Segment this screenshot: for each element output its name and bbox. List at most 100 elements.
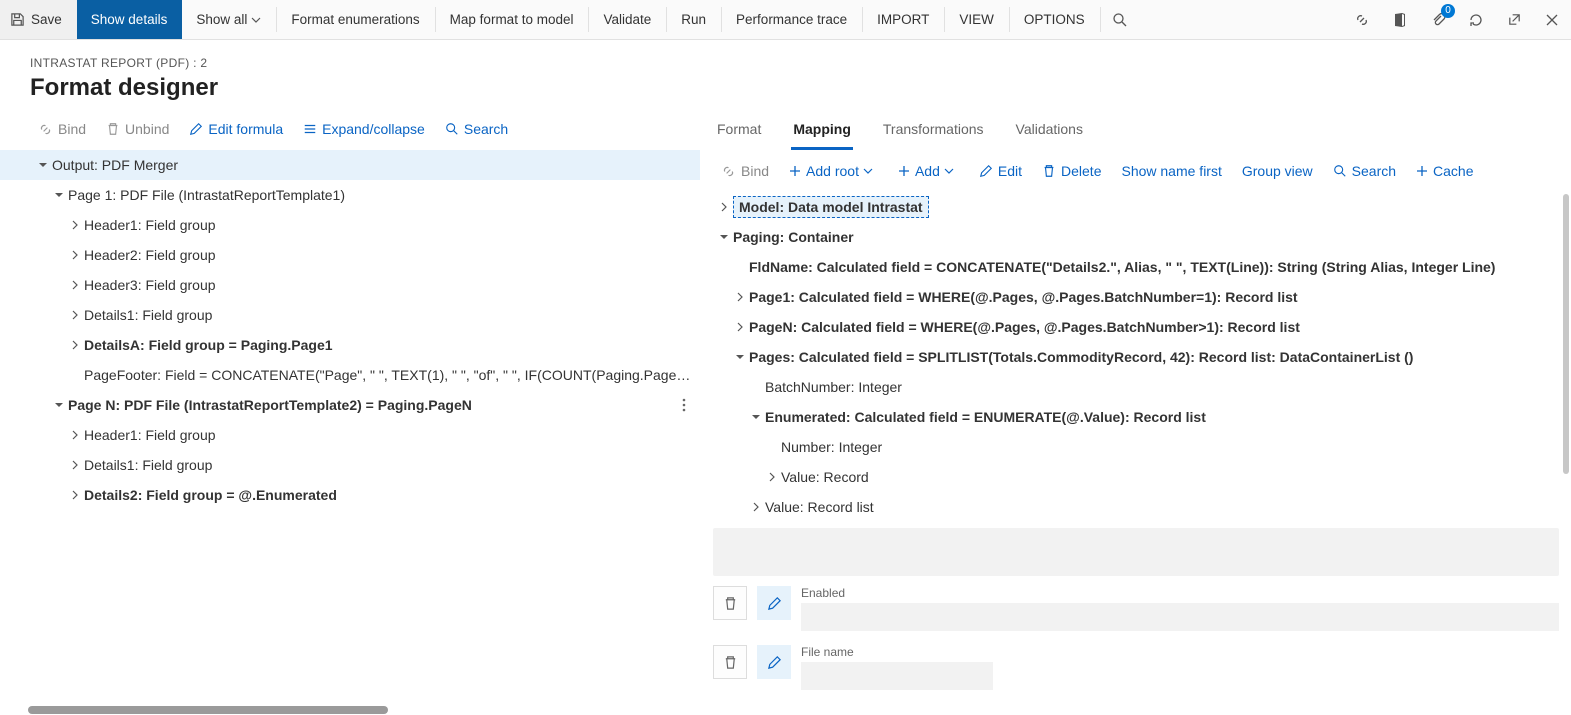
- filename-input[interactable]: [801, 662, 993, 690]
- edit-property-button[interactable]: [757, 645, 791, 679]
- edit-formula-button[interactable]: Edit formula: [179, 108, 293, 150]
- show-name-first-button[interactable]: Show name first: [1111, 150, 1231, 192]
- horizontal-scrollbar[interactable]: [28, 705, 700, 715]
- edit-property-button[interactable]: [757, 586, 791, 620]
- attachments-button[interactable]: 0: [1419, 0, 1457, 39]
- tree-label: BatchNumber: Integer: [765, 379, 902, 395]
- tree-row[interactable]: Pages: Calculated field = SPLITLIST(Tota…: [701, 342, 1571, 372]
- search-button-left[interactable]: Search: [435, 108, 518, 150]
- map-format-to-model-button[interactable]: Map format to model: [436, 0, 589, 39]
- run-button[interactable]: Run: [667, 0, 721, 39]
- chevron-down-icon: [735, 352, 745, 362]
- expander[interactable]: [715, 198, 733, 216]
- format-enumerations-button[interactable]: Format enumerations: [277, 0, 434, 39]
- format-toolbar: Bind Unbind Edit formula Expand/collapse…: [0, 108, 700, 150]
- save-label: Save: [31, 12, 62, 27]
- expand-collapse-button[interactable]: Expand/collapse: [293, 108, 435, 150]
- tree-row[interactable]: Page1: Calculated field = WHERE(@.Pages,…: [701, 282, 1571, 312]
- tree-row[interactable]: Header1: Field group: [0, 420, 700, 450]
- link-icon-button[interactable]: [1343, 0, 1381, 39]
- show-all-button[interactable]: Show all: [182, 0, 276, 39]
- expander[interactable]: [66, 336, 84, 354]
- group-view-button[interactable]: Group view: [1232, 150, 1323, 192]
- expander[interactable]: [731, 288, 749, 306]
- tree-row[interactable]: Details2: Field group = @.Enumerated: [0, 480, 700, 510]
- refresh-button[interactable]: [1457, 0, 1495, 39]
- tree-row[interactable]: Header1: Field group: [0, 210, 700, 240]
- tab-transformations[interactable]: Transformations: [867, 108, 1000, 150]
- tree-row[interactable]: PageFooter: Field = CONCATENATE("Page", …: [0, 360, 700, 390]
- expander[interactable]: [715, 228, 733, 246]
- validate-button[interactable]: Validate: [589, 0, 666, 39]
- delete-property-button[interactable]: [713, 645, 747, 679]
- tree-row[interactable]: Page 1: PDF File (IntrastatReportTemplat…: [0, 180, 700, 210]
- popout-button[interactable]: [1495, 0, 1533, 39]
- performance-trace-button[interactable]: Performance trace: [722, 0, 862, 39]
- tab-validations[interactable]: Validations: [1000, 108, 1099, 150]
- expander[interactable]: [50, 186, 68, 204]
- scrollbar-thumb[interactable]: [1563, 194, 1569, 474]
- expander[interactable]: [731, 348, 749, 366]
- tree-row[interactable]: Header2: Field group: [0, 240, 700, 270]
- import-button[interactable]: IMPORT: [863, 0, 944, 39]
- bind-button-right[interactable]: Bind: [711, 150, 779, 192]
- delete-property-button[interactable]: [713, 586, 747, 620]
- tree-row[interactable]: PageN: Calculated field = WHERE(@.Pages,…: [701, 312, 1571, 342]
- add-button[interactable]: Add: [888, 150, 969, 192]
- tree-row[interactable]: Value: Record list: [701, 492, 1571, 522]
- plus-icon: [1416, 165, 1428, 177]
- body: Bind Unbind Edit formula Expand/collapse…: [0, 108, 1571, 715]
- tab-mapping[interactable]: Mapping: [777, 108, 867, 150]
- chevron-down-icon: [863, 166, 873, 176]
- tab-format[interactable]: Format: [701, 108, 777, 150]
- expander[interactable]: [66, 426, 84, 444]
- expander[interactable]: [66, 276, 84, 294]
- show-details-button[interactable]: Show details: [77, 0, 183, 39]
- expander[interactable]: [66, 486, 84, 504]
- options-button[interactable]: OPTIONS: [1010, 0, 1100, 39]
- edit-button[interactable]: Edit: [969, 150, 1032, 192]
- chevron-right-icon: [719, 202, 729, 212]
- tree-row[interactable]: DetailsA: Field group = Paging.Page1: [0, 330, 700, 360]
- delete-button[interactable]: Delete: [1032, 150, 1111, 192]
- tree-row[interactable]: BatchNumber: Integer: [701, 372, 1571, 402]
- tree-row[interactable]: Page N: PDF File (IntrastatReportTemplat…: [0, 390, 700, 420]
- unbind-button[interactable]: Unbind: [96, 108, 179, 150]
- link-icon: [721, 164, 736, 179]
- close-button[interactable]: [1533, 0, 1571, 39]
- expander[interactable]: [747, 498, 765, 516]
- more-icon[interactable]: [674, 390, 694, 420]
- tree-row[interactable]: Model: Data model Intrastat: [701, 192, 1571, 222]
- scrollbar-thumb[interactable]: [28, 706, 388, 714]
- tree-row[interactable]: FldName: Calculated field = CONCATENATE(…: [701, 252, 1571, 282]
- expander[interactable]: [763, 468, 781, 486]
- expander[interactable]: [66, 216, 84, 234]
- cache-button[interactable]: Cache: [1406, 150, 1483, 192]
- chevron-down-icon: [54, 190, 64, 200]
- tree-row[interactable]: Output: PDF Merger: [0, 150, 700, 180]
- tree-label: Header1: Field group: [84, 217, 216, 233]
- expander[interactable]: [50, 396, 68, 414]
- office-button[interactable]: [1381, 0, 1419, 39]
- expander[interactable]: [34, 156, 52, 174]
- tree-row[interactable]: Details1: Field group: [0, 300, 700, 330]
- expander[interactable]: [731, 318, 749, 336]
- save-button[interactable]: Save: [0, 0, 77, 39]
- tree-row[interactable]: Number: Integer: [701, 432, 1571, 462]
- bind-button[interactable]: Bind: [28, 108, 96, 150]
- tree-row[interactable]: Header3: Field group: [0, 270, 700, 300]
- search-button[interactable]: [1101, 0, 1139, 39]
- add-root-button[interactable]: Add root: [779, 150, 888, 192]
- enabled-input[interactable]: [801, 603, 1559, 631]
- view-button[interactable]: VIEW: [945, 0, 1009, 39]
- tree-row[interactable]: Paging: Container: [701, 222, 1571, 252]
- search-button-right[interactable]: Search: [1323, 150, 1406, 192]
- expander[interactable]: [66, 456, 84, 474]
- tree-row[interactable]: Value: Record: [701, 462, 1571, 492]
- expander[interactable]: [66, 306, 84, 324]
- tree-row[interactable]: Enumerated: Calculated field = ENUMERATE…: [701, 402, 1571, 432]
- tree-row[interactable]: Details1: Field group: [0, 450, 700, 480]
- expander[interactable]: [66, 246, 84, 264]
- vertical-scrollbar[interactable]: [1561, 192, 1571, 715]
- expander[interactable]: [747, 408, 765, 426]
